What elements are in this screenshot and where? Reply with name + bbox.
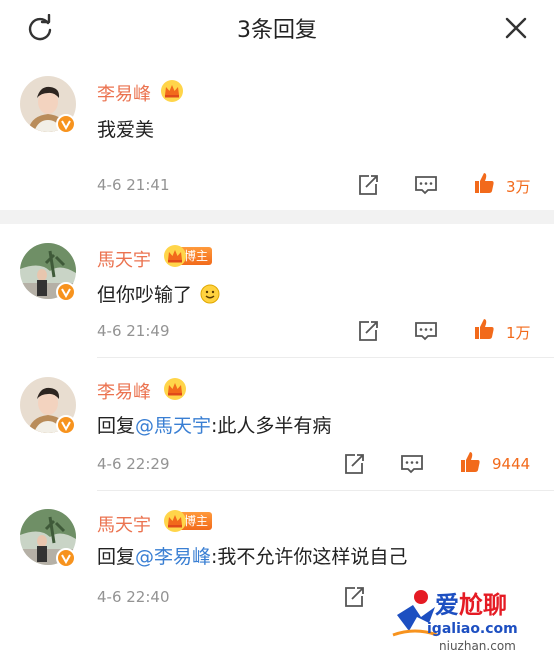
like-icon[interactable] [458,450,482,474]
watermark-title: 爱尬聊 [435,585,507,620]
comment-text-body: :此人多半有病 [211,415,332,437]
comment-text-body: 但你吵输了 [97,284,193,306]
comment-time: 4-6 21:41 [97,176,170,194]
like-count: 1万 [506,324,531,342]
comment-username[interactable]: 馬天宇 [97,246,151,272]
like-icon[interactable] [472,171,496,195]
like-count: 9444 [492,455,531,473]
share-icon[interactable] [342,452,366,476]
reply-prefix: 回复 [97,546,136,568]
mention-link[interactable]: @李易峰 [135,546,211,568]
comment-time: 4-6 21:49 [97,322,170,340]
share-icon[interactable] [356,173,380,197]
watermark-domain: niuzhan.com [439,639,516,653]
comment-text: 我爱美 [97,115,154,142]
mention-link[interactable]: @馬天宇 [135,415,211,437]
comment-text-body: 我爱美 [97,119,155,141]
share-icon[interactable] [342,585,366,609]
vip-crown-icon [164,245,186,267]
vip-crown-icon [164,378,186,400]
row-divider [97,490,554,491]
row-divider [97,357,554,358]
vip-crown-icon [164,510,186,532]
watermark-url: igaliao.com [427,621,518,637]
like-icon[interactable] [472,317,496,341]
comment-icon[interactable] [414,173,438,197]
like-count: 3万 [506,178,531,196]
comment-username[interactable]: 李易峰 [97,80,151,106]
vip-crown-icon [161,80,183,102]
comment-time: 4-6 22:40 [97,588,170,606]
verified-badge-icon [56,114,76,134]
verified-badge-icon [56,548,76,568]
header-title: 3条回复 [237,18,317,43]
comment-icon[interactable] [414,319,438,343]
close-icon[interactable] [502,14,530,42]
comment-text: 但你吵输了 [97,280,220,307]
reply-header: 3条回复 [0,0,554,56]
comment-icon[interactable] [400,452,424,476]
smile-emoji-icon [200,284,220,304]
site-watermark: 爱尬聊 igaliao.com niuzhan.com [387,585,554,653]
verified-badge-icon [56,415,76,435]
comment-text: 回复@李易峰:我不允许你这样说自己 [97,542,407,569]
comment-username[interactable]: 馬天宇 [97,511,151,537]
reply-prefix: 回复 [97,415,136,437]
comment-time: 4-6 22:29 [97,455,170,473]
verified-badge-icon [56,282,76,302]
section-divider [0,210,554,224]
watermark-title-left: 爱 [435,591,459,619]
comment-text: 回复@馬天宇:此人多半有病 [97,411,331,438]
comment-text-body: :我不允许你这样说自己 [211,546,408,568]
share-icon[interactable] [356,319,380,343]
comment-username[interactable]: 李易峰 [97,378,151,404]
watermark-title-right: 尬聊 [459,591,507,619]
